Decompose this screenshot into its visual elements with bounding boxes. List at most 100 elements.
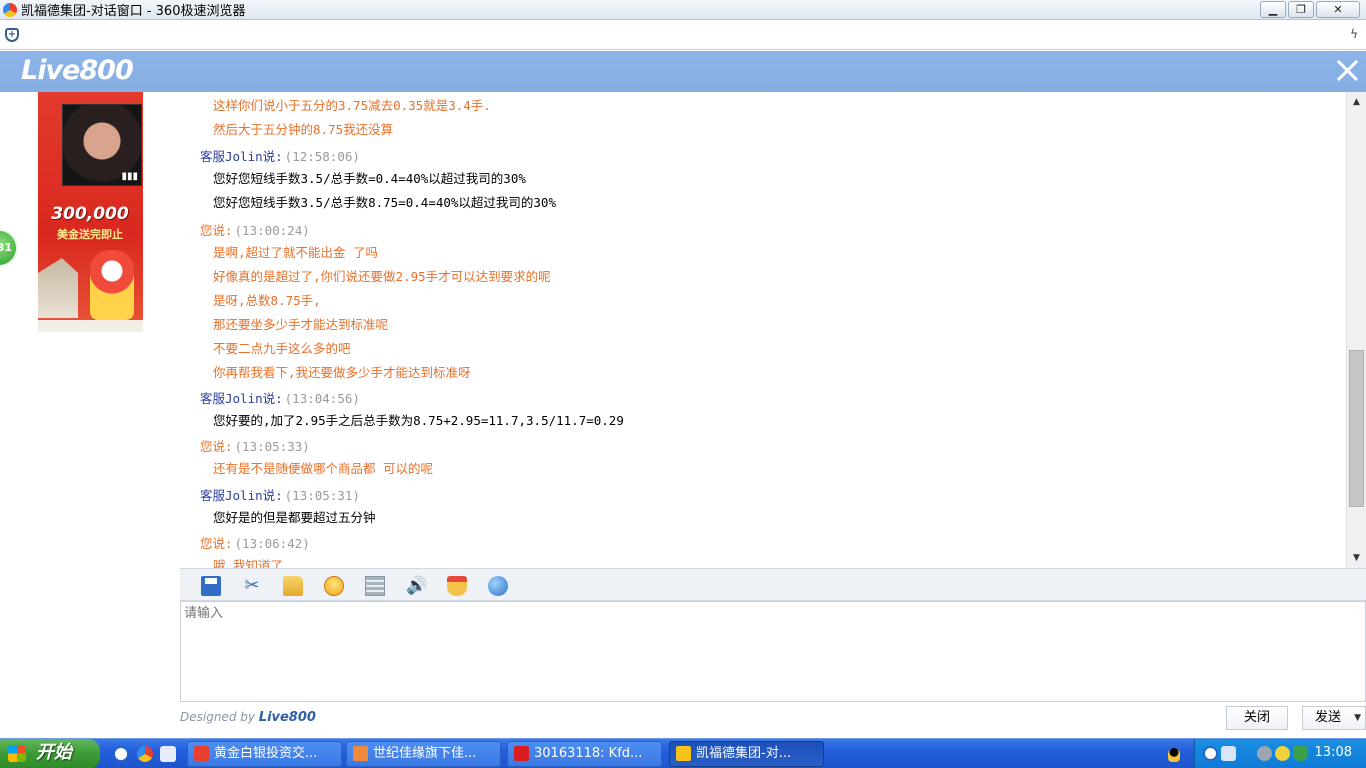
system-tray: 13:08 xyxy=(1194,739,1366,768)
tray-user-icon[interactable] xyxy=(1221,746,1236,761)
taskbar-item[interactable]: 凯福德集团-对... xyxy=(669,741,824,767)
message-line: 这样你们说小于五分的3.75减去0.35就是3.4手. xyxy=(213,98,491,113)
scroll-thumb[interactable] xyxy=(1349,350,1364,507)
message-line: 然后大于五分钟的8.75我还没算 xyxy=(213,122,394,137)
tray-security-icon[interactable] xyxy=(1293,746,1308,761)
sender-name: 您说: xyxy=(200,223,233,238)
taskbar-item-label: 世纪佳缘旗下佳... xyxy=(373,746,477,761)
ad-footer xyxy=(38,320,143,332)
tray-k-icon[interactable] xyxy=(1203,746,1218,761)
emoji-icon[interactable] xyxy=(324,576,344,596)
message-line: 您好要的,加了2.95手之后总手数为8.75+2.95=11.7,3.5/11.… xyxy=(213,413,624,428)
message-line: 好像真的是超过了,你们说还要做2.95手才可以达到要求的呢 xyxy=(213,269,551,284)
message-line: 还有是不是随便做哪个商品都 可以的呢 xyxy=(213,461,434,476)
message-line: 您好是的但是都要超过五分钟 xyxy=(213,510,376,525)
task-app-icon xyxy=(194,746,209,761)
message-sender: 您说: (13:00:24) xyxy=(200,220,310,239)
start-label: 开始 xyxy=(36,742,72,763)
medal-icon[interactable] xyxy=(447,576,467,596)
scroll-down-icon[interactable]: ▼ xyxy=(1347,550,1366,566)
tray-sound-icon[interactable] xyxy=(1257,746,1272,761)
address-bar[interactable]: + ϟ xyxy=(0,20,1366,50)
lightning-icon[interactable]: ϟ xyxy=(1350,27,1358,41)
message-line: 是呀,总数8.75手, xyxy=(213,293,321,308)
chat-header: Live800 xyxy=(0,51,1366,92)
chat-footer: Designed by Live800 关闭 发送 ▼ xyxy=(180,702,1366,738)
quicklaunch-k-icon[interactable] xyxy=(113,746,129,762)
folder-icon[interactable] xyxy=(283,576,303,596)
sender-name: 您说: xyxy=(200,439,233,454)
message-time: (13:06:42) xyxy=(234,536,310,551)
send-button[interactable]: 发送 ▼ xyxy=(1302,706,1366,730)
start-button[interactable]: 开始 xyxy=(0,739,100,768)
task-app-icon xyxy=(676,746,691,761)
designed-by: Designed by Live800 xyxy=(180,710,316,725)
message-sender: 您说: (13:05:33) xyxy=(200,436,310,455)
message-line: 你再帮我看下,我还要做多少手才能达到标准呀 xyxy=(213,365,471,380)
send-label: 发送 xyxy=(1315,710,1342,725)
taskbar-item-label: 黄金白银投资交... xyxy=(214,746,318,761)
sender-name: 客服Jolin说: xyxy=(200,149,283,164)
chat-transcript: 这样你们说小于五分的3.75减去0.35就是3.4手. 然后大于五分钟的8.75我… xyxy=(180,92,1346,568)
restore-button[interactable]: ❐ xyxy=(1288,1,1314,18)
browser-logo-icon xyxy=(3,2,17,17)
save-icon[interactable] xyxy=(201,576,221,596)
message-time: (12:58:06) xyxy=(284,149,360,164)
close-icon[interactable] xyxy=(1336,59,1358,81)
globe-icon[interactable] xyxy=(488,576,508,596)
window-title: 凯福德集团-对话窗口 - 360极速浏览器 xyxy=(21,4,246,19)
window-controls: ▁ ❐ ✕ xyxy=(1260,1,1360,18)
close-window-button[interactable]: ✕ xyxy=(1316,1,1360,18)
quicklaunch-ie-icon[interactable] xyxy=(160,746,176,762)
close-button[interactable]: 关闭 xyxy=(1226,706,1288,730)
house-illustration xyxy=(38,258,78,318)
windows-logo-icon xyxy=(8,745,26,762)
sender-name: 您说: xyxy=(200,536,233,551)
agent-avatar: ▮▮▮ xyxy=(62,104,142,186)
minimize-button[interactable]: ▁ xyxy=(1260,1,1286,18)
signal-bars-icon: ▮▮▮ xyxy=(121,171,138,182)
taskbar-item[interactable]: 黄金白银投资交... xyxy=(187,741,342,767)
message-input[interactable] xyxy=(180,601,1366,702)
message-line: 那还要坐多少手才能达到标准呢 xyxy=(213,317,389,332)
message-time: (13:04:56) xyxy=(284,391,360,406)
message-line: 不要二点九手这么多的吧 xyxy=(213,341,351,356)
task-app-icon xyxy=(353,746,368,761)
taskbar-item-label: 凯福德集团-对... xyxy=(696,746,792,761)
message-time: (13:05:33) xyxy=(234,439,310,454)
ad-amount: 300,000 xyxy=(51,204,129,224)
ad-banner[interactable]: ▮▮▮ 300,000 美金送完即止 xyxy=(38,92,143,332)
task-app-icon xyxy=(514,746,529,761)
message-line: 您好您短线手数3.5/总手数=0.4=40%以超过我司的30% xyxy=(213,171,526,186)
message-sender: 客服Jolin说: (13:05:31) xyxy=(200,485,360,504)
chat-scrollbar[interactable]: ▲ ▼ xyxy=(1346,92,1366,568)
calculator-icon[interactable] xyxy=(365,576,385,596)
sender-name: 客服Jolin说: xyxy=(200,391,283,406)
designed-by-brand: Live800 xyxy=(258,710,316,725)
clock: 13:08 xyxy=(1314,745,1352,760)
ad-subtitle: 美金送完即止 xyxy=(57,228,123,241)
tray-shield-plus-icon[interactable] xyxy=(1275,746,1290,761)
scroll-up-icon[interactable]: ▲ xyxy=(1347,94,1366,110)
designed-by-prefix: Designed by xyxy=(180,710,259,724)
live800-logo: Live800 xyxy=(21,55,134,86)
message-line: 是啊,超过了就不能出金 了吗 xyxy=(213,245,379,260)
floating-badge[interactable]: 31 xyxy=(0,229,18,267)
lion-dance-illustration xyxy=(90,250,134,320)
quicklaunch-browser-icon[interactable] xyxy=(137,746,153,762)
message-line: 哦,我知道了.. xyxy=(213,558,299,568)
message-time: (13:05:31) xyxy=(284,488,360,503)
taskbar-item[interactable]: 世纪佳缘旗下佳... xyxy=(346,741,501,767)
message-line: 您好您短线手数3.5/总手数8.75=0.4=40%以超过我司的30% xyxy=(213,195,556,210)
chevron-down-icon[interactable]: ▼ xyxy=(1354,707,1361,729)
taskbar-item[interactable]: 30163118: Kfd... xyxy=(507,741,662,767)
qq-icon[interactable] xyxy=(1168,748,1180,762)
window-titlebar: 凯福德集团-对话窗口 - 360极速浏览器 ▁ ❐ ✕ xyxy=(0,0,1366,20)
message-time: (13:00:24) xyxy=(234,223,310,238)
speaker-icon[interactable]: 🔊 xyxy=(406,576,427,596)
shield-icon[interactable]: + xyxy=(5,28,19,42)
message-sender: 客服Jolin说: (13:04:56) xyxy=(200,388,360,407)
scissors-icon[interactable]: ✂ xyxy=(242,576,262,596)
chat-toolbar: ✂ 🔊 xyxy=(180,568,1366,601)
sender-name: 客服Jolin说: xyxy=(200,488,283,503)
